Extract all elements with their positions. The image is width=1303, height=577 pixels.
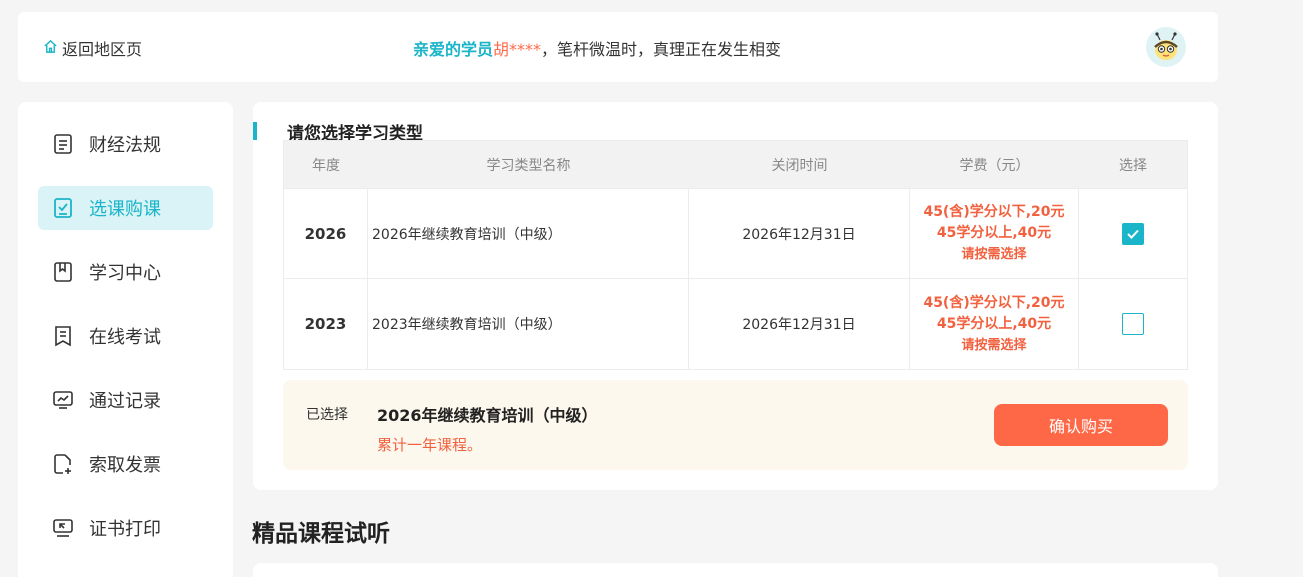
sidebar-item-label: 通过记录 — [89, 391, 161, 412]
table-row[interactable]: 2026 2026年继续教育培训（中级） 2026年12月31日 45(含)学分… — [284, 189, 1187, 279]
selection-summary: 已选择 2026年继续教育培训（中级） 累计一年课程。 确认购买 — [283, 380, 1188, 470]
fee-line-1: 45(含)学分以下,20元 — [923, 294, 1065, 311]
fee-line-2: 45学分以上,40元 — [936, 225, 1052, 241]
sidebar-item-course-purchase[interactable]: 选课购课 — [38, 186, 213, 230]
sidebar-item-request-invoice[interactable]: 索取发票 — [38, 442, 213, 486]
column-header-fee: 学费（元） — [959, 157, 1030, 174]
row-close-time: 2026年12月31日 — [689, 189, 910, 278]
sidebar-item-label: 在线考试 — [89, 327, 161, 348]
sidebar-item-label: 学习中心 — [89, 263, 161, 284]
row-year: 2026 — [284, 189, 368, 278]
column-header-year: 年度 — [312, 157, 340, 174]
row-course-name: 2023年继续教育培训（中级） — [368, 279, 689, 369]
back-label: 返回地区页 — [62, 40, 143, 59]
sidebar-item-pass-records[interactable]: 通过记录 — [38, 378, 213, 422]
home-icon — [43, 39, 58, 58]
chart-monitor-icon — [51, 388, 75, 412]
document-list-icon — [51, 132, 75, 156]
checkbox-select-icon — [51, 196, 75, 220]
printer-icon — [51, 516, 75, 540]
sidebar-item-certificate-print[interactable]: 证书打印 — [38, 506, 213, 550]
fee-note: 请按需选择 — [961, 337, 1027, 353]
fee-note: 请按需选择 — [961, 247, 1027, 262]
sidebar-item-label: 选课购课 — [89, 199, 161, 220]
avatar[interactable] — [1146, 27, 1186, 67]
fee-line-1: 45(含)学分以下,20元 — [923, 204, 1065, 220]
invoice-add-icon — [51, 452, 75, 476]
sidebar-item-label: 索取发票 — [89, 455, 161, 476]
greeting-hello: 亲爱的学员 — [413, 40, 494, 59]
selection-note: 累计一年课程。 — [377, 436, 483, 454]
section-title: 请您选择学习类型 — [253, 122, 423, 144]
confirm-purchase-button[interactable]: 确认购买 — [994, 404, 1168, 446]
trial-section-title: 精品课程试听 — [252, 521, 390, 547]
course-table: 年度 学习类型名称 关闭时间 学费（元） 选择 2026 2026年继续教育培训… — [283, 140, 1188, 370]
back-to-region-link[interactable]: 返回地区页 — [43, 36, 142, 60]
row-select-cell — [1079, 279, 1187, 369]
user-name: 胡**** — [493, 40, 542, 59]
greeting-motto: ，笔杆微温时，真理正在发生相变 — [541, 40, 782, 59]
selected-course-name: 2026年继续教育培训（中级） — [377, 406, 598, 425]
sidebar-item-finance-regulations[interactable]: 财经法规 — [38, 122, 213, 166]
top-bar: 返回地区页 亲爱的学员胡****，笔杆微温时，真理正在发生相变 — [18, 12, 1218, 82]
trial-course-card — [253, 563, 1218, 577]
checkmark-icon — [1127, 229, 1139, 239]
table-row[interactable]: 2023 2023年继续教育培训（中级） 2026年12月31日 45(含)学分… — [284, 279, 1187, 369]
exam-paper-icon — [51, 324, 75, 348]
row-close-time: 2026年12月31日 — [689, 279, 910, 369]
selected-label: 已选择 — [306, 407, 348, 423]
sidebar: 财经法规 选课购课 学习中心 在线考试 通过记录 索取发票 证书打印 — [18, 102, 233, 577]
title-accent-bar — [253, 122, 257, 140]
column-header-select: 选择 — [1119, 157, 1147, 174]
row-course-name: 2026年继续教育培训（中级） — [368, 189, 689, 278]
fee-line-2: 45学分以上,40元 — [936, 315, 1052, 332]
select-checkbox[interactable] — [1122, 313, 1144, 335]
row-fee: 45(含)学分以下,20元 45学分以上,40元 请按需选择 — [910, 279, 1079, 369]
table-header: 年度 学习类型名称 关闭时间 学费（元） 选择 — [284, 141, 1187, 189]
sidebar-item-label: 财经法规 — [89, 135, 161, 156]
select-checkbox[interactable] — [1122, 222, 1144, 245]
bookmark-book-icon — [51, 260, 75, 284]
column-header-name: 学习类型名称 — [486, 157, 571, 174]
course-select-card: 请您选择学习类型 年度 学习类型名称 关闭时间 学费（元） 选择 2026 20… — [253, 102, 1218, 490]
row-select-cell — [1079, 189, 1187, 278]
sidebar-item-study-center[interactable]: 学习中心 — [38, 250, 213, 294]
sidebar-item-label: 证书打印 — [89, 519, 161, 540]
row-year: 2023 — [284, 279, 368, 369]
sidebar-item-online-exam[interactable]: 在线考试 — [38, 314, 213, 358]
greeting-text: 亲爱的学员胡****，笔杆微温时，真理正在发生相变 — [413, 36, 781, 60]
column-header-close-time: 关闭时间 — [771, 157, 828, 174]
row-fee: 45(含)学分以下,20元 45学分以上,40元 请按需选择 — [910, 189, 1079, 278]
